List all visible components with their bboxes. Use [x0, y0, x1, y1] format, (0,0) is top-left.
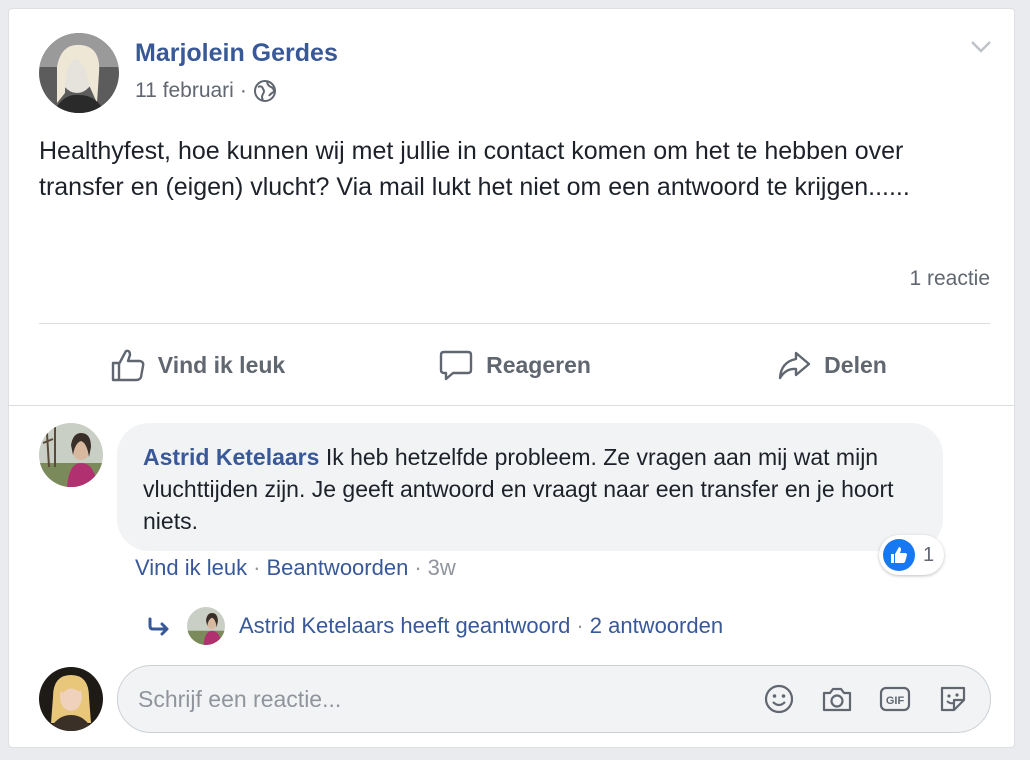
- camera-icon[interactable]: [820, 682, 854, 716]
- comment-time[interactable]: 3w: [428, 555, 456, 581]
- globe-icon: [253, 80, 276, 102]
- post-date[interactable]: 11 februari: [135, 79, 234, 103]
- chevron-down-icon[interactable]: [970, 39, 992, 55]
- reply-arrow-icon: [148, 617, 169, 636]
- comment-actions: Vind ik leuk · Beantwoorden · 3w: [135, 555, 456, 581]
- share-button[interactable]: Delen: [673, 335, 990, 395]
- action-separator: ·: [414, 555, 422, 580]
- comment-bubble: Astrid Ketelaars Ik heb hetzelfde proble…: [117, 423, 943, 551]
- divider: [39, 323, 990, 324]
- reaction-count[interactable]: 1 reactie: [909, 267, 990, 291]
- post-card: Marjolein Gerdes 11 februari · Healthyfe…: [8, 8, 1015, 748]
- comment-like-link[interactable]: Vind ik leuk: [135, 555, 247, 581]
- comment-label: Reageren: [486, 351, 591, 378]
- comment-reply-link[interactable]: Beantwoorden: [266, 555, 408, 581]
- post-meta: 11 februari ·: [135, 79, 277, 103]
- share-arrow-icon: [778, 351, 811, 380]
- emoji-icon[interactable]: [762, 682, 796, 716]
- comment-like-count: 1: [923, 543, 935, 566]
- author-avatar[interactable]: [39, 33, 119, 113]
- gif-icon[interactable]: GIF: [878, 682, 912, 716]
- sticker-icon[interactable]: [936, 682, 970, 716]
- like-button[interactable]: Vind ik leuk: [39, 335, 356, 395]
- share-label: Delen: [824, 351, 887, 378]
- thumbs-up-icon: [891, 547, 907, 563]
- comment-button[interactable]: Reageren: [356, 335, 673, 395]
- comment-input[interactable]: [138, 685, 762, 713]
- commenter-avatar[interactable]: [39, 423, 103, 487]
- comment-composer[interactable]: GIF: [117, 665, 991, 733]
- composer-icons: GIF: [762, 682, 970, 716]
- like-circle-icon: [883, 539, 915, 571]
- action-separator: ·: [253, 555, 261, 580]
- divider: [9, 405, 1014, 406]
- post-actions: Vind ik leuk Reageren Delen: [39, 335, 990, 395]
- replies-separator: ·: [576, 613, 584, 638]
- comment-author[interactable]: Astrid Ketelaars: [143, 444, 319, 470]
- replies-count: 2 antwoorden: [589, 613, 724, 638]
- thumbs-up-icon: [111, 349, 145, 382]
- reply-avatar: [187, 607, 225, 645]
- replies-summary: Astrid Ketelaars heeft geantwoord: [239, 613, 571, 638]
- svg-text:GIF: GIF: [886, 695, 905, 707]
- speech-bubble-icon: [439, 350, 473, 381]
- meta-separator: ·: [239, 79, 247, 102]
- post-text: Healthyfest, hoe kunnen wij met jullie i…: [39, 137, 910, 201]
- current-user-avatar[interactable]: [39, 667, 103, 731]
- post-author[interactable]: Marjolein Gerdes: [135, 39, 338, 68]
- like-label: Vind ik leuk: [157, 351, 286, 378]
- comment-like-badge[interactable]: 1: [879, 535, 945, 575]
- replies-link[interactable]: Astrid Ketelaars heeft geantwoord · 2 an…: [147, 607, 723, 645]
